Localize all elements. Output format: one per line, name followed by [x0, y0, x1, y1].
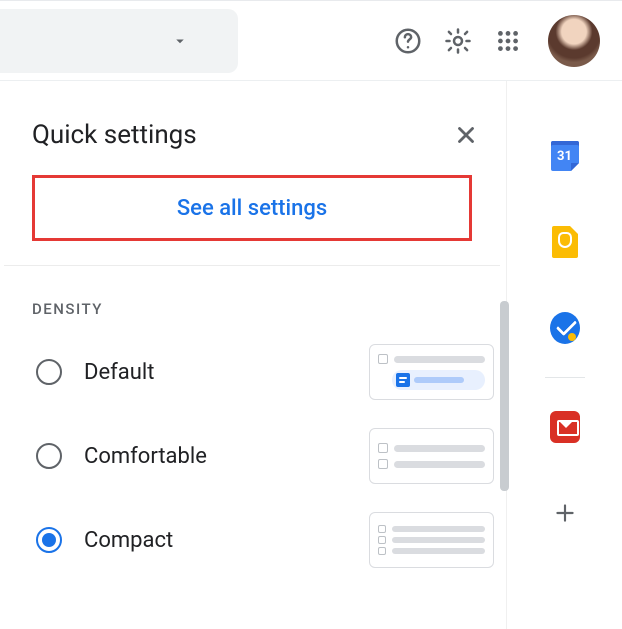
panel-title: Quick settings [32, 120, 450, 150]
density-option-default[interactable]: Default [4, 330, 500, 414]
quick-settings-wrap: Quick settings See all settings DENSITY … [0, 81, 506, 629]
see-all-settings-label: See all settings [177, 196, 327, 221]
search-collapsed-box[interactable] [0, 9, 238, 73]
radio-compact[interactable] [36, 527, 62, 553]
gmail-offline-icon[interactable] [550, 412, 580, 442]
calendar-icon[interactable]: 31 [550, 141, 580, 171]
keep-icon[interactable] [550, 227, 580, 257]
density-section-label: DENSITY [4, 282, 500, 330]
sidepanel-divider [545, 377, 585, 378]
density-label-comfortable: Comfortable [84, 444, 347, 469]
close-icon[interactable] [450, 119, 482, 151]
radio-default[interactable] [36, 359, 62, 385]
right-sidepanel: 31 [506, 81, 622, 629]
radio-comfortable[interactable] [36, 443, 62, 469]
account-avatar[interactable] [548, 15, 600, 67]
search-dropdown-icon[interactable] [164, 25, 196, 57]
density-label-compact: Compact [84, 528, 347, 553]
settings-gear-icon[interactable] [442, 25, 474, 57]
help-icon[interactable] [392, 25, 424, 57]
quick-settings-panel: Quick settings See all settings DENSITY … [4, 111, 500, 582]
density-preview-compact [369, 512, 494, 568]
divider [4, 265, 500, 266]
see-all-settings-button[interactable]: See all settings [32, 175, 472, 241]
apps-grid-icon[interactable] [492, 25, 524, 57]
density-preview-default [369, 344, 494, 400]
density-option-comfortable[interactable]: Comfortable [4, 414, 500, 498]
scrollbar-thumb[interactable] [500, 301, 509, 491]
add-addon-icon[interactable] [550, 498, 580, 528]
density-label-default: Default [84, 360, 347, 385]
topbar [0, 1, 622, 81]
tasks-icon[interactable] [550, 313, 580, 343]
density-option-compact[interactable]: Compact [4, 498, 500, 582]
calendar-day-number: 31 [551, 149, 579, 164]
density-preview-comfortable [369, 428, 494, 484]
